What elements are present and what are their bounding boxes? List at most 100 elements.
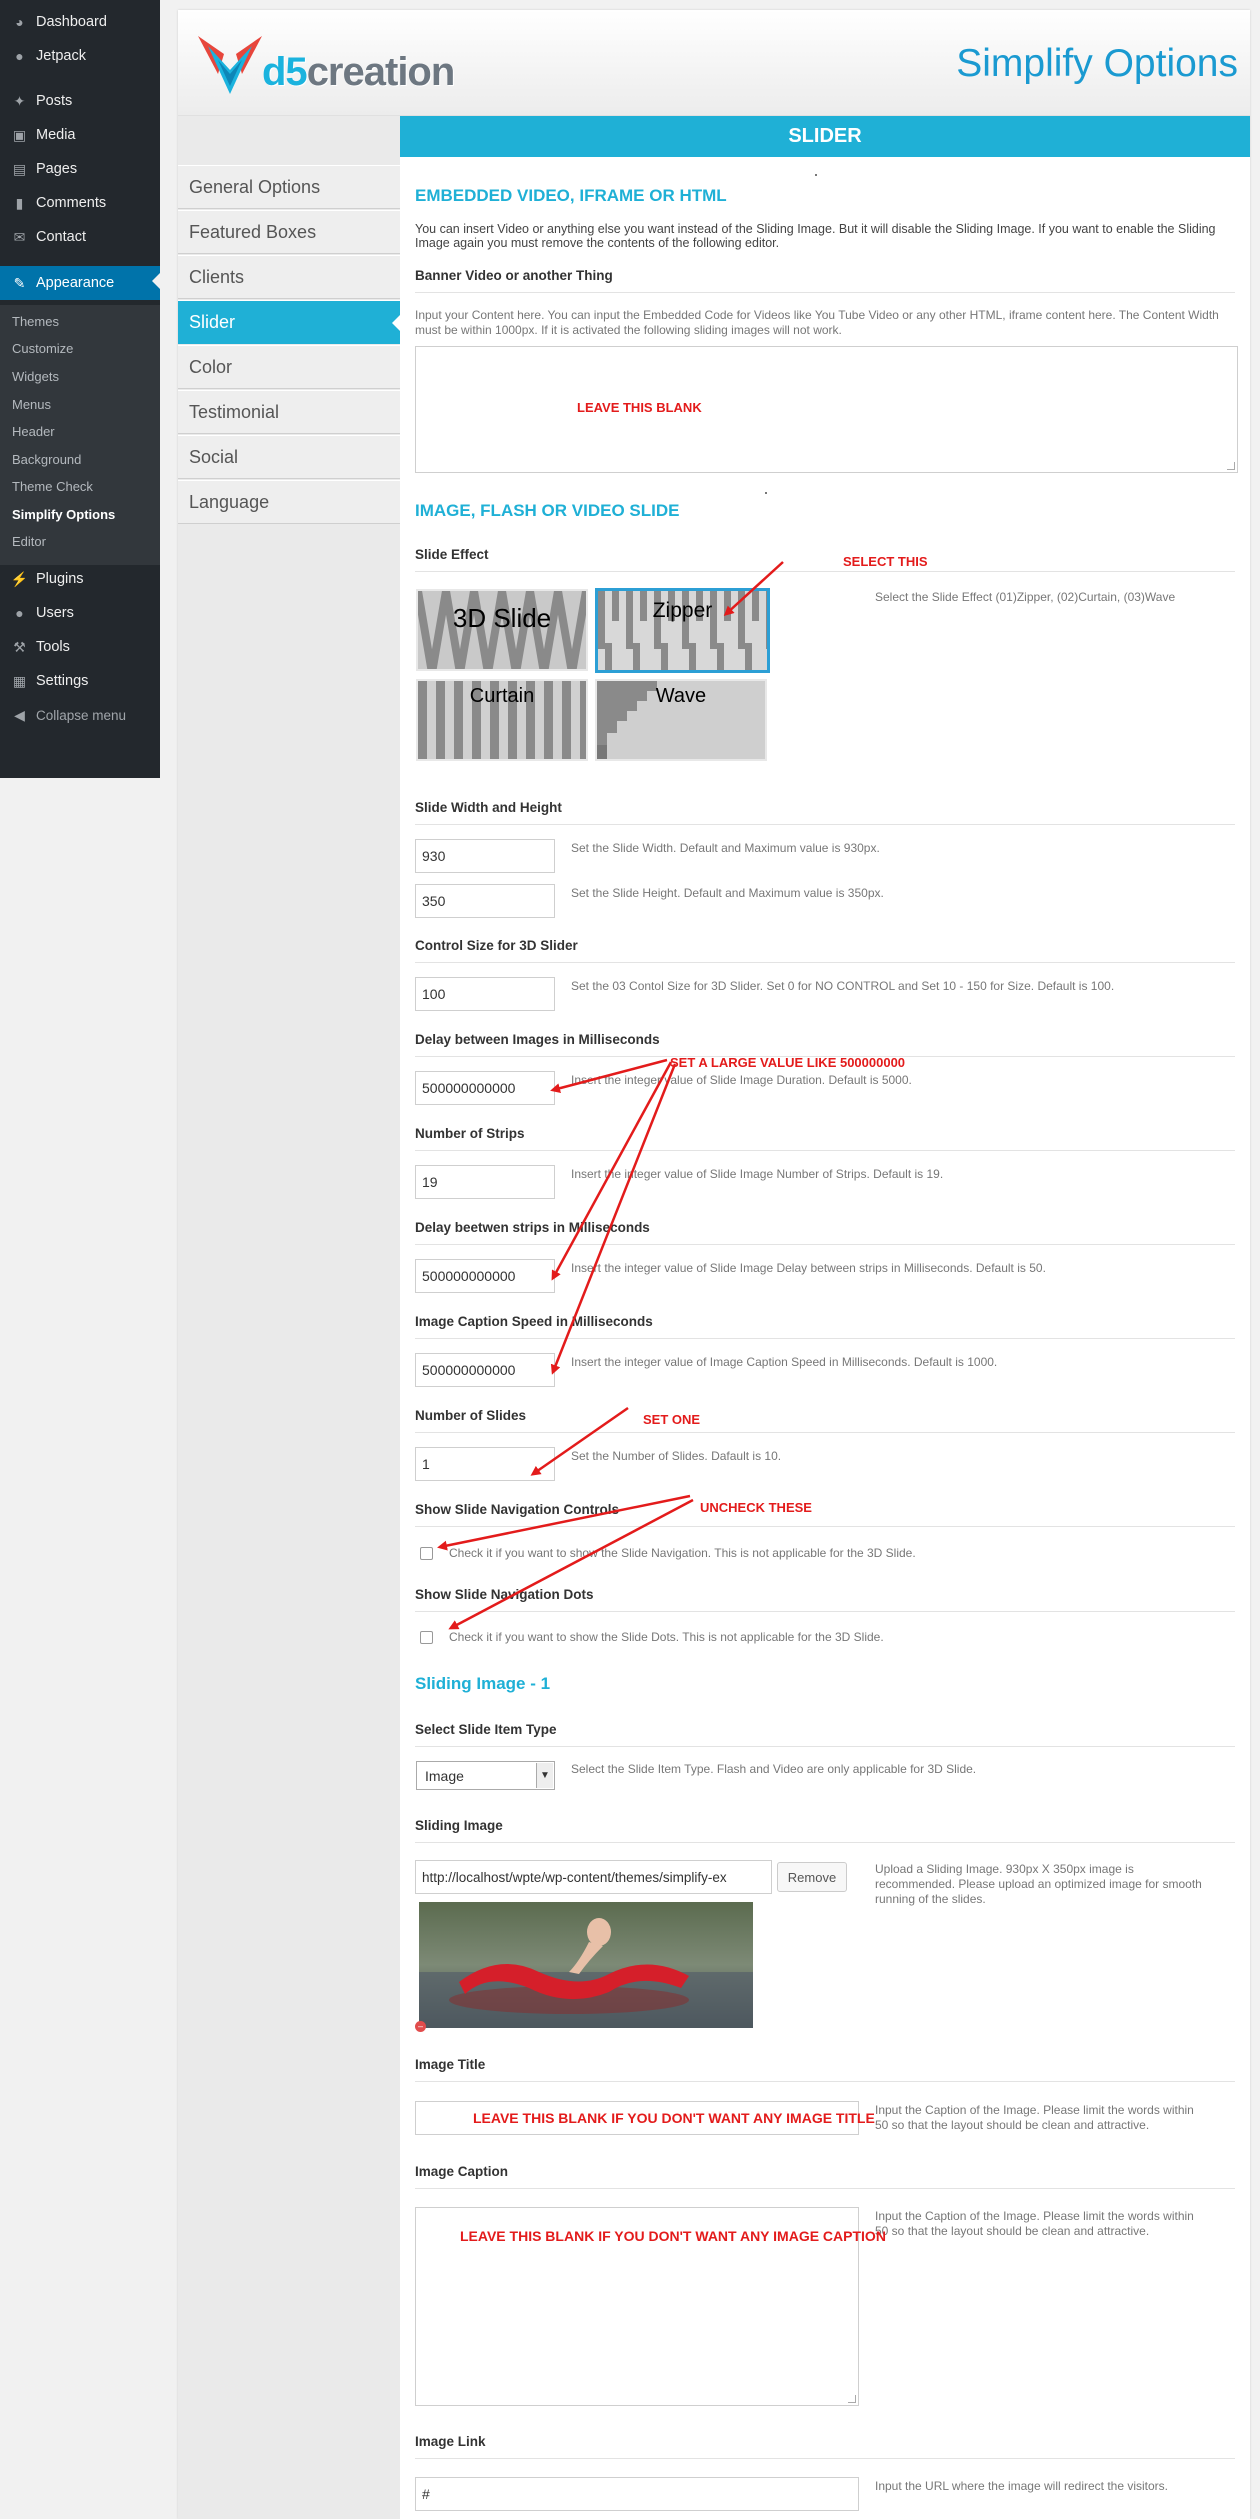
image-delay-label: Delay between Images in Milliseconds	[415, 1032, 1235, 1057]
nav-dots-hint: Check it if you want to show the Slide D…	[449, 1630, 884, 1644]
annotation-leave-blank: LEAVE THIS BLANK	[577, 400, 702, 415]
appearance-submenu: Themes Customize Widgets Menus Header Ba…	[0, 305, 160, 565]
admin-sidebar: ◕ Dashboard ● Jetpack ✦ Posts ▣ Media ▤ Pages…	[0, 0, 160, 778]
menu-jetpack[interactable]: ● Jetpack	[0, 41, 160, 71]
effect-curtain[interactable]: Curtain	[416, 679, 588, 761]
plug-icon: ⚡	[10, 570, 29, 587]
banner-video-editor[interactable]	[415, 346, 1238, 473]
slide-item-type-label: Select Slide Item Type	[415, 1722, 1235, 1747]
image-title-label: Image Title	[415, 2057, 1235, 2082]
caption-speed-hint: Insert the integer value of Image Captio…	[571, 1355, 998, 1369]
submenu-header[interactable]: Header	[12, 424, 55, 439]
strips-hint: Insert the integer value of Slide Image …	[571, 1167, 944, 1181]
control-size-label: Control Size for 3D Slider	[415, 938, 1235, 963]
menu-posts[interactable]: ✦ Posts	[0, 86, 160, 116]
slide-item-type-select[interactable]: Image ▼	[416, 1761, 555, 1790]
nav-dots-label: Show Slide Navigation Dots	[415, 1587, 1235, 1612]
submenu-theme-check[interactable]: Theme Check	[12, 479, 93, 494]
banner-video-label: Banner Video or another Thing	[415, 268, 1235, 293]
image-link-label: Image Link	[415, 2434, 1235, 2459]
slide-height-input[interactable]: 350	[415, 884, 555, 918]
tab-testimonial[interactable]: Testimonial	[178, 390, 400, 434]
nav-controls-checkbox[interactable]	[420, 1547, 433, 1560]
menu-contact[interactable]: ✉ Contact	[0, 222, 160, 252]
menu-tools[interactable]: ⚒ Tools	[0, 632, 160, 662]
menu-media[interactable]: ▣ Media	[0, 120, 160, 150]
image-url-input[interactable]: http://localhost/wpte/wp-content/themes/…	[415, 1860, 772, 1894]
brush-icon: ✎	[13, 274, 26, 291]
menu-users[interactable]: ● Users	[0, 598, 160, 628]
slide-size-label: Slide Width and Height	[415, 800, 1235, 825]
tab-language[interactable]: Language	[178, 480, 400, 524]
tab-clients[interactable]: Clients	[178, 255, 400, 299]
slide-item-type-hint: Select the Slide Item Type. Flash and Vi…	[571, 1762, 977, 1776]
dashboard-icon: ◕	[15, 14, 24, 30]
effect-3d-slide[interactable]: 3D Slide	[416, 589, 588, 671]
num-slides-hint: Set the Number of Slides. Dafault is 10.	[571, 1449, 782, 1463]
tab-featured-boxes[interactable]: Featured Boxes	[178, 210, 400, 254]
menu-comments[interactable]: ▮ Comments	[0, 188, 160, 218]
submenu-editor[interactable]: Editor	[12, 534, 46, 549]
slider-settings: EMBEDDED VIDEO, IFRAME OR HTML You can i…	[415, 10, 1240, 2519]
media-icon: ▣	[12, 126, 27, 143]
slide-effect-hint: Select the Slide Effect (01)Zipper, (02)…	[875, 590, 1176, 604]
remove-image-icon[interactable]: –	[415, 2021, 426, 2032]
strip-delay-input[interactable]: 500000000000	[415, 1259, 555, 1293]
annotation-set-one: SET ONE	[643, 1412, 701, 1427]
submenu-background[interactable]: Background	[12, 452, 81, 467]
effect-zipper[interactable]: Zipper	[595, 588, 770, 673]
annotation-large-value: SET A LARGE VALUE LIKE 500000000	[670, 1055, 906, 1070]
menu-appearance[interactable]: ✎ Appearance	[0, 266, 160, 300]
num-slides-label: Number of Slides	[415, 1408, 1235, 1433]
image-link-hint: Input the URL where the image will redir…	[875, 2479, 1169, 2493]
user-icon: ●	[15, 605, 24, 621]
annotation-caption-blank: LEAVE THIS BLANK IF YOU DON'T WANT ANY I…	[460, 2228, 886, 2244]
num-slides-input[interactable]: 1	[415, 1447, 555, 1481]
caption-speed-input[interactable]: 500000000000	[415, 1353, 555, 1387]
menu-dashboard[interactable]: ◕ Dashboard	[0, 7, 160, 37]
submenu-simplify-options[interactable]: Simplify Options	[12, 507, 115, 522]
jetpack-icon: ●	[15, 48, 24, 64]
settings-icon: ▦	[12, 672, 27, 689]
submenu-menus[interactable]: Menus	[12, 397, 51, 412]
collapse-icon: ◀	[14, 706, 25, 723]
nav-controls-label: Show Slide Navigation Controls	[415, 1502, 1235, 1527]
image-caption-hint: Input the Caption of the Image. Please l…	[875, 2209, 1194, 2238]
strips-input[interactable]: 19	[415, 1165, 555, 1199]
options-tabs: General Options Featured Boxes Clients S…	[178, 116, 401, 2519]
caption-speed-label: Image Caption Speed in Milliseconds	[415, 1314, 1235, 1339]
image-link-input[interactable]: #	[415, 2477, 859, 2511]
remove-button[interactable]: Remove	[777, 1862, 847, 1892]
nav-controls-hint: Check it if you want to show the Slide N…	[449, 1546, 916, 1560]
slide-section-title: IMAGE, FLASH OR VIDEO SLIDE	[415, 501, 680, 520]
menu-collapse[interactable]: ◀ Collapse menu	[0, 700, 160, 730]
tab-slider[interactable]: Slider	[178, 300, 401, 344]
slide-width-input[interactable]: 930	[415, 839, 555, 873]
image-delay-input[interactable]: 500000000000	[415, 1071, 555, 1105]
effect-wave[interactable]: Wave	[595, 679, 767, 761]
tab-general-options[interactable]: General Options	[178, 165, 400, 209]
sliding-image-label: Sliding Image	[415, 1818, 1235, 1843]
menu-pages[interactable]: ▤ Pages	[0, 154, 160, 184]
menu-settings[interactable]: ▦ Settings	[0, 666, 160, 696]
strips-label: Number of Strips	[415, 1126, 1235, 1151]
submenu-customize[interactable]: Customize	[12, 341, 73, 356]
mail-icon: ✉	[13, 228, 26, 245]
d5-logo-icon	[198, 36, 262, 94]
wrench-icon: ⚒	[13, 638, 26, 655]
menu-plugins[interactable]: ⚡ Plugins	[0, 564, 160, 594]
slide-effect-label: Slide Effect	[415, 547, 1235, 572]
slide-preview-image	[419, 1902, 753, 2028]
banner-video-hint: Input your Content here. You can input t…	[415, 308, 1219, 337]
comment-icon: ▮	[15, 194, 24, 211]
tab-color[interactable]: Color	[178, 345, 400, 389]
submenu-themes[interactable]: Themes	[12, 314, 59, 329]
control-size-input[interactable]: 100	[415, 977, 555, 1011]
nav-dots-checkbox[interactable]	[420, 1631, 433, 1644]
pin-icon: ✦	[13, 92, 26, 109]
control-size-hint: Set the 03 Contol Size for 3D Slider. Se…	[571, 979, 1115, 993]
submenu-widgets[interactable]: Widgets	[12, 369, 59, 384]
slide-width-hint: Set the Slide Width. Default and Maximum…	[571, 841, 880, 855]
tab-social[interactable]: Social	[178, 435, 400, 479]
image-title-hint: Input the Caption of the Image. Please l…	[875, 2103, 1194, 2132]
